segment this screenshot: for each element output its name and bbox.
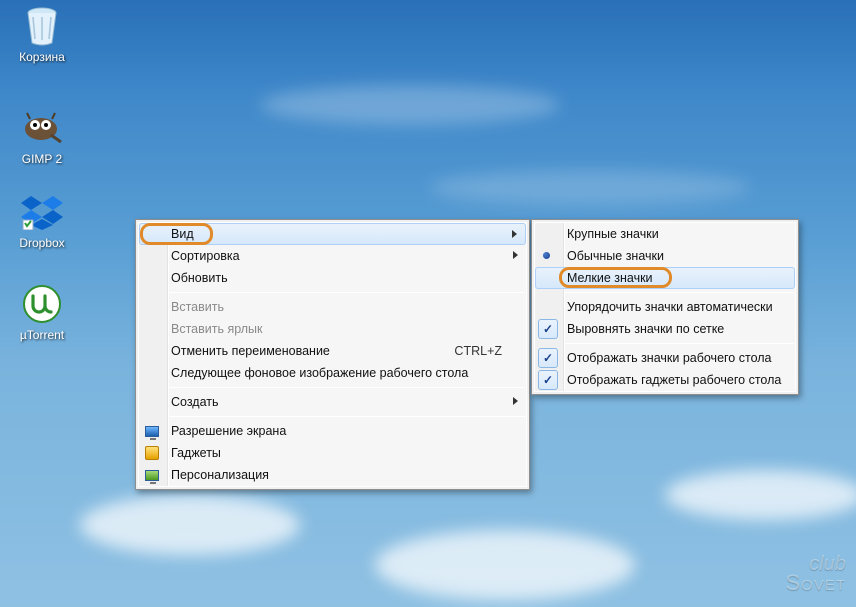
menu-item-label: Персонализация xyxy=(171,468,269,482)
menu-item-label: Крупные значки xyxy=(567,227,659,241)
gadgets-icon xyxy=(144,445,160,461)
menu-item-shortcut: CTRL+Z xyxy=(424,344,502,358)
dropbox-icon xyxy=(20,190,64,234)
desktop-context-menu: Вид Сортировка Обновить Вставить Вставит… xyxy=(135,219,530,490)
checkmark-icon: ✓ xyxy=(538,348,558,368)
watermark-line2: Sovet xyxy=(785,573,846,593)
menu-separator xyxy=(565,292,794,293)
menu-item-view[interactable]: Вид xyxy=(139,223,526,245)
menu-item-label: Отображать гаджеты рабочего стола xyxy=(567,373,781,387)
menu-item-paste-shortcut: Вставить ярлык xyxy=(139,318,526,340)
desktop-icon-utorrent[interactable]: µTorrent xyxy=(6,282,78,342)
menu-item-label: Следующее фоновое изображение рабочего с… xyxy=(171,366,468,380)
monitor-icon xyxy=(144,423,160,439)
menu-item-label: Обновить xyxy=(171,271,228,285)
menu-item-refresh[interactable]: Обновить xyxy=(139,267,526,289)
menu-item-label: Выровнять значки по сетке xyxy=(567,322,724,336)
submenu-item-large-icons[interactable]: Крупные значки xyxy=(535,223,795,245)
utorrent-icon xyxy=(20,282,64,326)
menu-item-label: Вид xyxy=(171,227,194,241)
menu-item-sort[interactable]: Сортировка xyxy=(139,245,526,267)
watermark-line1: club xyxy=(785,555,846,573)
submenu-item-small-icons[interactable]: Мелкие значки xyxy=(535,267,795,289)
watermark: club Sovet xyxy=(785,555,846,593)
desktop-icon-gimp[interactable]: GIMP 2 xyxy=(6,106,78,166)
submenu-item-show-desktop-icons[interactable]: ✓ Отображать значки рабочего стола xyxy=(535,347,795,369)
menu-item-label: Отменить переименование xyxy=(171,344,330,358)
menu-separator xyxy=(169,292,525,293)
menu-separator xyxy=(565,343,794,344)
submenu-item-auto-arrange[interactable]: Упорядочить значки автоматически xyxy=(535,296,795,318)
personalize-icon xyxy=(144,467,160,483)
submenu-arrow-icon xyxy=(513,397,518,405)
menu-item-label: Отображать значки рабочего стола xyxy=(567,351,772,365)
submenu-arrow-icon xyxy=(513,251,518,259)
submenu-item-align-grid[interactable]: ✓ Выровнять значки по сетке xyxy=(535,318,795,340)
menu-item-gadgets[interactable]: Гаджеты xyxy=(139,442,526,464)
menu-item-paste: Вставить xyxy=(139,296,526,318)
menu-item-undo-rename[interactable]: Отменить переименование CTRL+Z xyxy=(139,340,526,362)
menu-item-label: Вставить xyxy=(171,300,224,314)
menu-separator xyxy=(169,416,525,417)
recycle-bin-icon xyxy=(20,4,64,48)
menu-item-label: Вставить ярлык xyxy=(171,322,263,336)
desktop-icon-dropbox[interactable]: Dropbox xyxy=(6,190,78,250)
menu-item-label: Создать xyxy=(171,395,219,409)
view-submenu: Крупные значки Обычные значки Мелкие зна… xyxy=(531,219,799,395)
submenu-item-medium-icons[interactable]: Обычные значки xyxy=(535,245,795,267)
desktop-icon-label: Dropbox xyxy=(6,236,78,250)
menu-item-label: Разрешение экрана xyxy=(171,424,286,438)
menu-item-label: Гаджеты xyxy=(171,446,221,460)
radio-selected-icon xyxy=(543,252,550,259)
checkmark-icon: ✓ xyxy=(538,370,558,390)
desktop-icon-label: µTorrent xyxy=(6,328,78,342)
menu-item-label: Обычные значки xyxy=(567,249,664,263)
gimp-icon xyxy=(20,106,64,150)
menu-item-label: Сортировка xyxy=(171,249,240,263)
menu-item-create[interactable]: Создать xyxy=(139,391,526,413)
menu-item-next-background[interactable]: Следующее фоновое изображение рабочего с… xyxy=(139,362,526,384)
submenu-arrow-icon xyxy=(512,230,517,238)
menu-item-label: Упорядочить значки автоматически xyxy=(567,300,773,314)
menu-item-screen-resolution[interactable]: Разрешение экрана xyxy=(139,420,526,442)
checkmark-icon: ✓ xyxy=(538,319,558,339)
desktop-icon-label: GIMP 2 xyxy=(6,152,78,166)
desktop-icon-recycle-bin[interactable]: Корзина xyxy=(6,4,78,64)
menu-separator xyxy=(169,387,525,388)
menu-item-personalize[interactable]: Персонализация xyxy=(139,464,526,486)
desktop-icon-label: Корзина xyxy=(6,50,78,64)
submenu-item-show-gadgets[interactable]: ✓ Отображать гаджеты рабочего стола xyxy=(535,369,795,391)
menu-item-label: Мелкие значки xyxy=(567,271,653,285)
